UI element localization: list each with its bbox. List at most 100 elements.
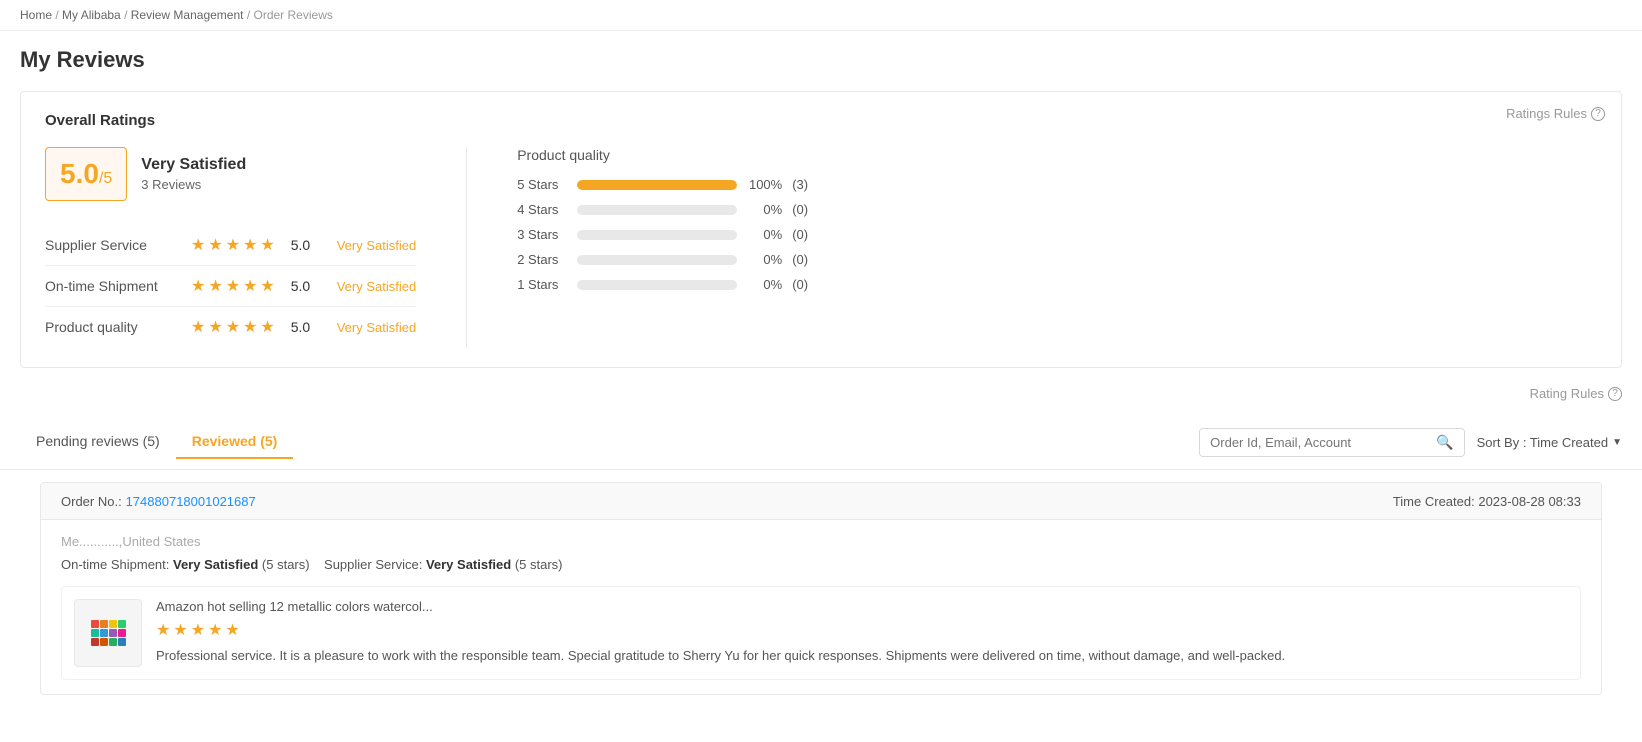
- time-created: Time Created: 2023-08-28 08:33: [1393, 494, 1581, 509]
- rating-rules-label: Rating Rules: [1530, 386, 1604, 401]
- star-4: ★: [260, 317, 274, 337]
- product-info: Amazon hot selling 12 metallic colors wa…: [156, 599, 1568, 666]
- star-4: ★: [260, 235, 274, 255]
- star-3: ★: [243, 276, 257, 296]
- rating-row-text-1: Very Satisfied: [337, 279, 417, 294]
- bar-count-1: (0): [792, 202, 808, 217]
- product-stars: ★★★★★: [156, 620, 1568, 640]
- bar-track-3: [577, 255, 737, 265]
- rating-row-label-2: Product quality: [45, 319, 175, 335]
- bar-row-1: 4 Stars 0% (0): [517, 202, 1597, 217]
- vertical-divider: [466, 147, 467, 347]
- star-2: ★: [226, 276, 240, 296]
- bar-pct-1: 0%: [747, 202, 782, 217]
- tabs-search-bar: Pending reviews (5)Reviewed (5) 🔍 Sort B…: [0, 415, 1642, 470]
- time-created-label: Time Created:: [1393, 494, 1475, 509]
- rating-row-label-1: On-time Shipment: [45, 278, 175, 294]
- order-list: Order No.: 174880718001021687 Time Creat…: [0, 470, 1642, 695]
- star-1: ★: [208, 235, 222, 255]
- bar-row-2: 3 Stars0%(0): [517, 227, 1597, 242]
- search-input[interactable]: [1210, 435, 1430, 450]
- product-star-2: ★: [191, 620, 205, 640]
- ratings-rules-top-button[interactable]: Ratings Rules ?: [1506, 106, 1605, 121]
- bar-count-2: (0): [792, 227, 808, 242]
- review-text: Professional service. It is a pleasure t…: [156, 646, 1568, 666]
- ratings-rules-top-label: Ratings Rules: [1506, 106, 1587, 121]
- star-1: ★: [208, 317, 222, 337]
- breadcrumb-current: Order Reviews: [254, 8, 333, 22]
- bar-count-4: (0): [792, 277, 808, 292]
- sort-by[interactable]: Sort By : Time Created ▼: [1477, 435, 1622, 450]
- search-icon[interactable]: 🔍: [1436, 434, 1453, 451]
- breadcrumb-myalibaba[interactable]: My Alibaba: [62, 8, 121, 22]
- bar-label-1: 4 Stars: [517, 202, 567, 217]
- supplier-value: Very Satisfied: [426, 557, 511, 572]
- rating-row-text-2: Very Satisfied: [337, 320, 417, 335]
- product-review-block: Amazon hot selling 12 metallic colors wa…: [61, 586, 1581, 680]
- breadcrumb-home[interactable]: Home: [20, 8, 52, 22]
- breadcrumb-review-mgmt[interactable]: Review Management: [131, 8, 244, 22]
- info-icon: ?: [1591, 107, 1605, 121]
- product-star-3: ★: [208, 620, 222, 640]
- star-3: ★: [243, 235, 257, 255]
- bar-count-3: (0): [792, 252, 808, 267]
- bar-track-4: [577, 280, 737, 290]
- order-no-link[interactable]: 174880718001021687: [126, 494, 256, 509]
- tab-1[interactable]: Reviewed (5): [176, 425, 294, 459]
- bar-label-4: 1 Stars: [517, 277, 567, 292]
- bar-label-0: 5 Stars: [517, 177, 567, 192]
- chevron-down-icon: ▼: [1612, 437, 1622, 448]
- shipment-value: Very Satisfied: [173, 557, 258, 572]
- right-controls: 🔍 Sort By : Time Created ▼: [1199, 428, 1622, 457]
- tab-0[interactable]: Pending reviews (5): [20, 425, 176, 459]
- time-created-value: 2023-08-28 08:33: [1478, 494, 1581, 509]
- rating-row-stars-2: ★★★★★: [191, 317, 275, 337]
- product-quality-title: Product quality: [517, 147, 1597, 163]
- rating-row-label-0: Supplier Service: [45, 237, 175, 253]
- bar-label-2: 3 Stars: [517, 227, 567, 242]
- section-title: Overall Ratings: [45, 112, 1597, 129]
- order-header: Order No.: 174880718001021687 Time Creat…: [41, 483, 1601, 520]
- shipment-stars: (5 stars): [262, 557, 310, 572]
- star-2: ★: [226, 235, 240, 255]
- order-body: Me...........,United States On-time Ship…: [41, 520, 1601, 694]
- star-2: ★: [226, 317, 240, 337]
- shipment-line: On-time Shipment: Very Satisfied (5 star…: [61, 557, 1581, 572]
- product-star-1: ★: [173, 620, 187, 640]
- score-main: 5.0: [60, 158, 99, 189]
- supplier-stars: (5 stars): [515, 557, 563, 572]
- bar-track-1: [577, 205, 737, 215]
- score-label: Very Satisfied: [141, 156, 246, 174]
- rating-row-num-1: 5.0: [291, 278, 321, 294]
- bar-track-0: [577, 180, 737, 190]
- product-name: Amazon hot selling 12 metallic colors wa…: [156, 599, 1568, 614]
- rating-row-0: Supplier Service★★★★★5.0Very Satisfied: [45, 225, 416, 265]
- order-number-section: Order No.: 174880718001021687: [61, 493, 256, 509]
- rating-row-2: Product quality ★★★★★ 5.0 Very Satisfied: [45, 306, 416, 347]
- product-thumbnail: [74, 599, 142, 667]
- rating-row-stars-0: ★★★★★: [191, 235, 275, 255]
- bar-pct-0: 100%: [747, 177, 782, 192]
- score-denom: /5: [99, 170, 112, 187]
- rating-rules-bottom[interactable]: Rating Rules ?: [0, 378, 1642, 405]
- rating-row-num-0: 5.0: [291, 237, 321, 253]
- star-0: ★: [191, 276, 205, 296]
- star-1: ★: [208, 276, 222, 296]
- reviewer-name: Me...........,United States: [61, 534, 200, 549]
- right-panel: Product quality 5 Stars 100% (3) 4 Stars 0% (…: [517, 147, 1597, 302]
- rating-row-stars-1: ★★★★★: [191, 276, 275, 296]
- breadcrumb: Home / My Alibaba / Review Management / …: [0, 0, 1642, 31]
- swatch-grid: [91, 620, 126, 646]
- bar-count-0: (3): [792, 177, 808, 192]
- star-0: ★: [191, 317, 205, 337]
- rating-row-num-2: 5.0: [291, 319, 321, 335]
- product-star-0: ★: [156, 620, 170, 640]
- bar-pct-4: 0%: [747, 277, 782, 292]
- bar-row-4: 1 Stars 0% (0): [517, 277, 1597, 292]
- rating-rules-info-icon: ?: [1608, 387, 1622, 401]
- tabs: Pending reviews (5)Reviewed (5): [20, 425, 293, 459]
- bar-pct-3: 0%: [747, 252, 782, 267]
- sort-by-label: Sort By : Time Created: [1477, 435, 1609, 450]
- order-card: Order No.: 174880718001021687 Time Creat…: [40, 482, 1602, 695]
- shipment-label: On-time Shipment:: [61, 557, 169, 572]
